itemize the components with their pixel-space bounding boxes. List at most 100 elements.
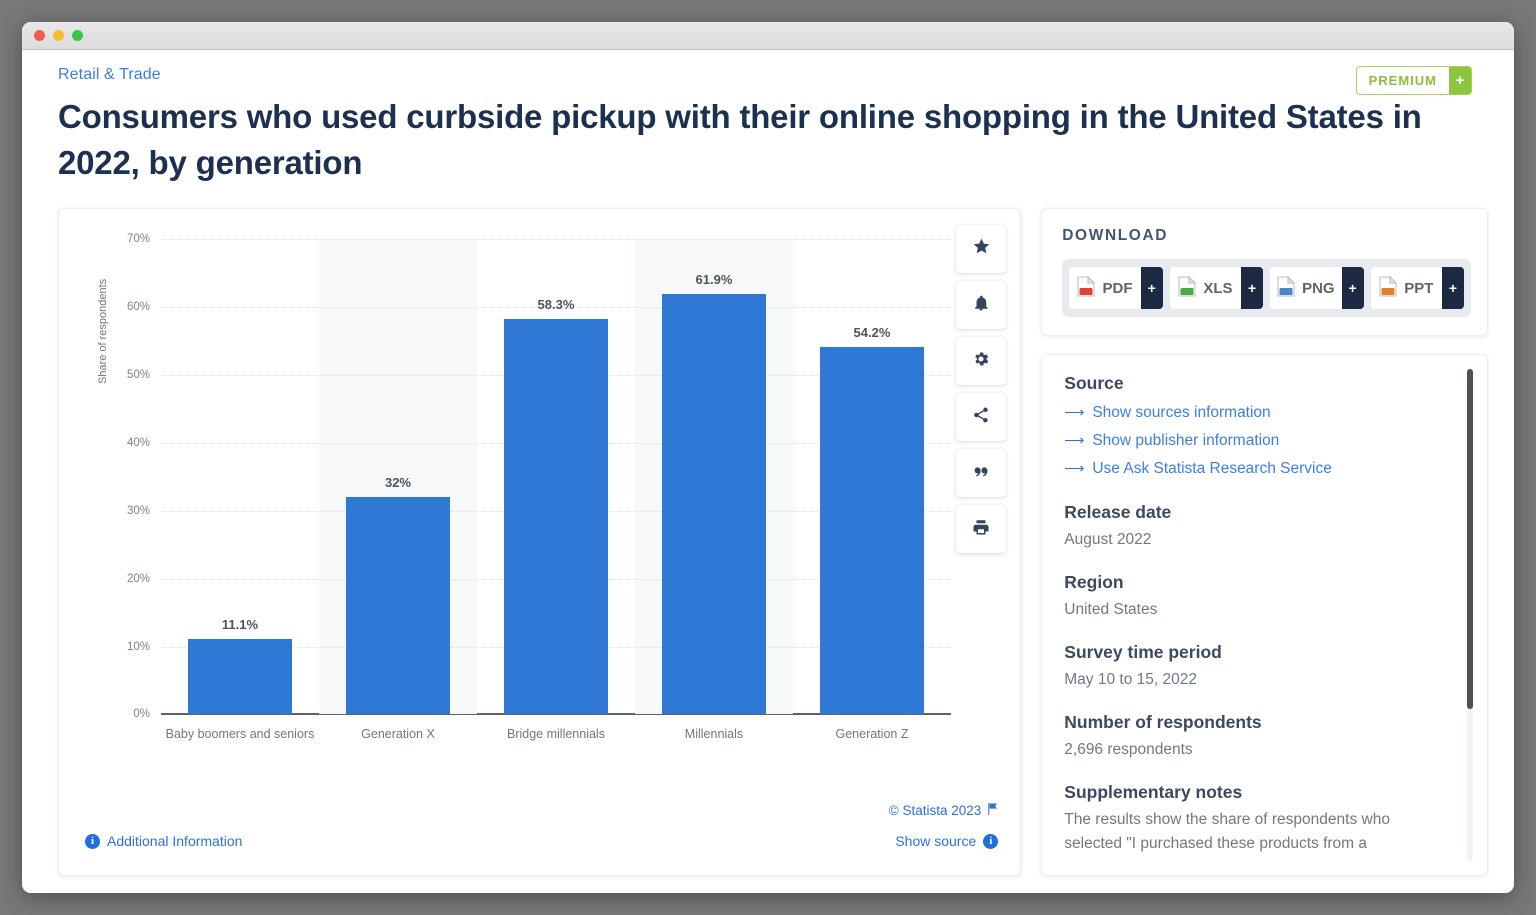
source-heading: Source: [1064, 373, 1124, 394]
download-options-plus-icon[interactable]: +: [1341, 267, 1364, 310]
download-pdf-button[interactable]: PDF +: [1069, 267, 1163, 310]
link-label: Use Ask Statista Research Service: [1092, 459, 1332, 477]
arrow-right-icon: ⟶: [1064, 431, 1085, 448]
flag-icon[interactable]: [987, 803, 998, 818]
y-axis-tick-label: 30%: [126, 504, 150, 517]
arrow-right-icon: ⟶: [1064, 404, 1085, 421]
share-icon: [972, 406, 990, 429]
breadcrumb[interactable]: Retail & Trade: [58, 66, 161, 84]
bell-icon: [972, 294, 990, 317]
y-axis-tick-label: 0%: [133, 708, 150, 721]
y-axis-tick-label: 20%: [126, 572, 150, 585]
chart-gridline: [161, 239, 951, 241]
settings-button[interactable]: [956, 337, 1007, 386]
x-axis-tick-label: Generation X: [361, 727, 435, 742]
y-axis-tick-label: 40%: [126, 436, 150, 449]
download-options-plus-icon[interactable]: +: [1241, 267, 1264, 310]
pdf-file-icon: [1077, 275, 1096, 301]
download-format-label: PPT: [1404, 279, 1434, 297]
window-titlebar: [22, 22, 1514, 50]
survey-time-period-value: May 10 to 15, 2022: [1064, 671, 1197, 689]
chart-bar[interactable]: 54.2% Generation Z: [819, 325, 925, 741]
show-source-label: Show source: [895, 833, 977, 850]
number-of-respondents-value: 2,696 respondents: [1064, 741, 1193, 759]
window-close-button[interactable]: [34, 30, 45, 41]
x-axis-tick-label: Generation Z: [835, 727, 909, 742]
y-axis-tick-label: 10%: [126, 640, 150, 653]
chart-footer: © Statista 2023 i Additional Information…: [59, 797, 1020, 875]
arrow-right-icon: ⟶: [1064, 459, 1085, 476]
chart-bar[interactable]: 58.3% Bridge millennials: [503, 297, 609, 741]
info-icon: i: [85, 833, 100, 849]
download-options-plus-icon[interactable]: +: [1442, 267, 1465, 310]
chart-bar-value-label: 58.3%: [537, 296, 575, 312]
chart-bar[interactable]: 61.9% Millennials: [661, 272, 767, 741]
download-options-plus-icon[interactable]: +: [1140, 267, 1163, 310]
window-maximize-button[interactable]: [72, 30, 83, 41]
show-source-link[interactable]: Show source i: [895, 833, 999, 850]
favorite-button[interactable]: [956, 225, 1007, 274]
share-button[interactable]: [956, 393, 1007, 442]
download-format-label: PNG: [1302, 279, 1335, 297]
chart-plot-area: Share of respondents 0% 10% 20% 30% 40% 50% 60…: [59, 209, 1025, 799]
y-axis-tick-label: 60%: [126, 301, 150, 314]
page-content: Retail & Trade PREMIUM + Consumers who u…: [22, 50, 1514, 893]
side-column: DOWNLOAD PDF + XLS + PNG + PPT + Source ⟶ Show …: [1041, 208, 1488, 877]
source-scrollbar-thumb[interactable]: [1467, 369, 1473, 710]
region-heading: Region: [1064, 572, 1124, 593]
chart-bar-value-label: 32%: [384, 475, 411, 491]
premium-badge[interactable]: PREMIUM +: [1355, 66, 1472, 95]
y-axis-tick-label: 70%: [126, 233, 150, 246]
link-label: Show publisher information: [1092, 431, 1280, 449]
page-header: Retail & Trade PREMIUM + Consumers who u…: [36, 66, 1494, 186]
ppt-file-icon: [1379, 275, 1398, 301]
chart-bar-value-label: 61.9%: [695, 272, 733, 288]
star-icon: [972, 237, 991, 261]
premium-plus-icon: +: [1449, 67, 1471, 94]
copyright-text: © Statista 2023: [888, 803, 982, 819]
quote-icon: [972, 462, 990, 485]
xls-file-icon: [1178, 275, 1197, 301]
release-date-heading: Release date: [1064, 502, 1172, 523]
additional-information-link[interactable]: i Additional Information: [85, 833, 242, 849]
supplementary-notes-heading: Supplementary notes: [1064, 782, 1243, 803]
ask-statista-research-service-link[interactable]: ⟶ Use Ask Statista Research Service: [1064, 455, 1447, 483]
download-format-label: PDF: [1102, 279, 1133, 297]
gear-icon: [972, 350, 990, 373]
link-label: Show sources information: [1092, 404, 1271, 422]
png-file-icon: [1277, 275, 1296, 301]
alert-button[interactable]: [956, 281, 1007, 330]
info-icon: i: [983, 833, 999, 849]
x-axis-tick-label: Bridge millennials: [507, 727, 605, 742]
chart-bar[interactable]: 32% Generation X: [345, 475, 451, 741]
chart-card: Share of respondents 0% 10% 20% 30% 40% 50% 60…: [58, 208, 1022, 877]
chart-bar-value-label: 54.2%: [853, 324, 891, 340]
source-card: Source ⟶ Show sources information ⟶ Show…: [1041, 354, 1488, 877]
download-card: DOWNLOAD PDF + XLS + PNG + PPT +: [1041, 208, 1488, 337]
y-axis-title: Share of respondents: [97, 279, 109, 385]
show-publisher-information-link[interactable]: ⟶ Show publisher information: [1064, 427, 1447, 455]
chart-bar[interactable]: 11.1% Baby boomers and seniors: [166, 617, 315, 741]
main-body: Share of respondents 0% 10% 20% 30% 40% 50% 60…: [36, 208, 1494, 877]
region-value: United States: [1064, 601, 1158, 619]
copyright-notice[interactable]: © Statista 2023: [889, 803, 999, 818]
number-of-respondents-heading: Number of respondents: [1064, 712, 1262, 733]
download-button-tray: PDF + XLS + PNG + PPT +: [1062, 259, 1471, 318]
x-axis-tick-label: Millennials: [684, 727, 744, 742]
source-scrollbar-track[interactable]: [1467, 369, 1473, 862]
y-axis-tick-label: 50%: [126, 369, 150, 382]
print-button[interactable]: [956, 505, 1007, 554]
download-xls-button[interactable]: XLS +: [1169, 267, 1264, 310]
download-ppt-button[interactable]: PPT +: [1370, 267, 1465, 310]
printer-icon: [972, 518, 990, 541]
chart-plot: 0% 10% 20% 30% 40% 50% 60% 70% 11.1% Baby boomers…: [127, 233, 951, 741]
window-minimize-button[interactable]: [53, 30, 64, 41]
page-title: Consumers who used curbside pickup with …: [58, 98, 1422, 182]
show-sources-information-link[interactable]: ⟶ Show sources information: [1064, 399, 1447, 427]
chart-tool-rail: [956, 225, 1007, 554]
cite-button[interactable]: [956, 449, 1007, 498]
download-heading: DOWNLOAD: [1062, 227, 1169, 245]
x-axis-tick-label: Baby boomers and seniors: [165, 727, 315, 742]
additional-information-label: Additional Information: [107, 833, 243, 850]
download-png-button[interactable]: PNG +: [1270, 267, 1364, 310]
